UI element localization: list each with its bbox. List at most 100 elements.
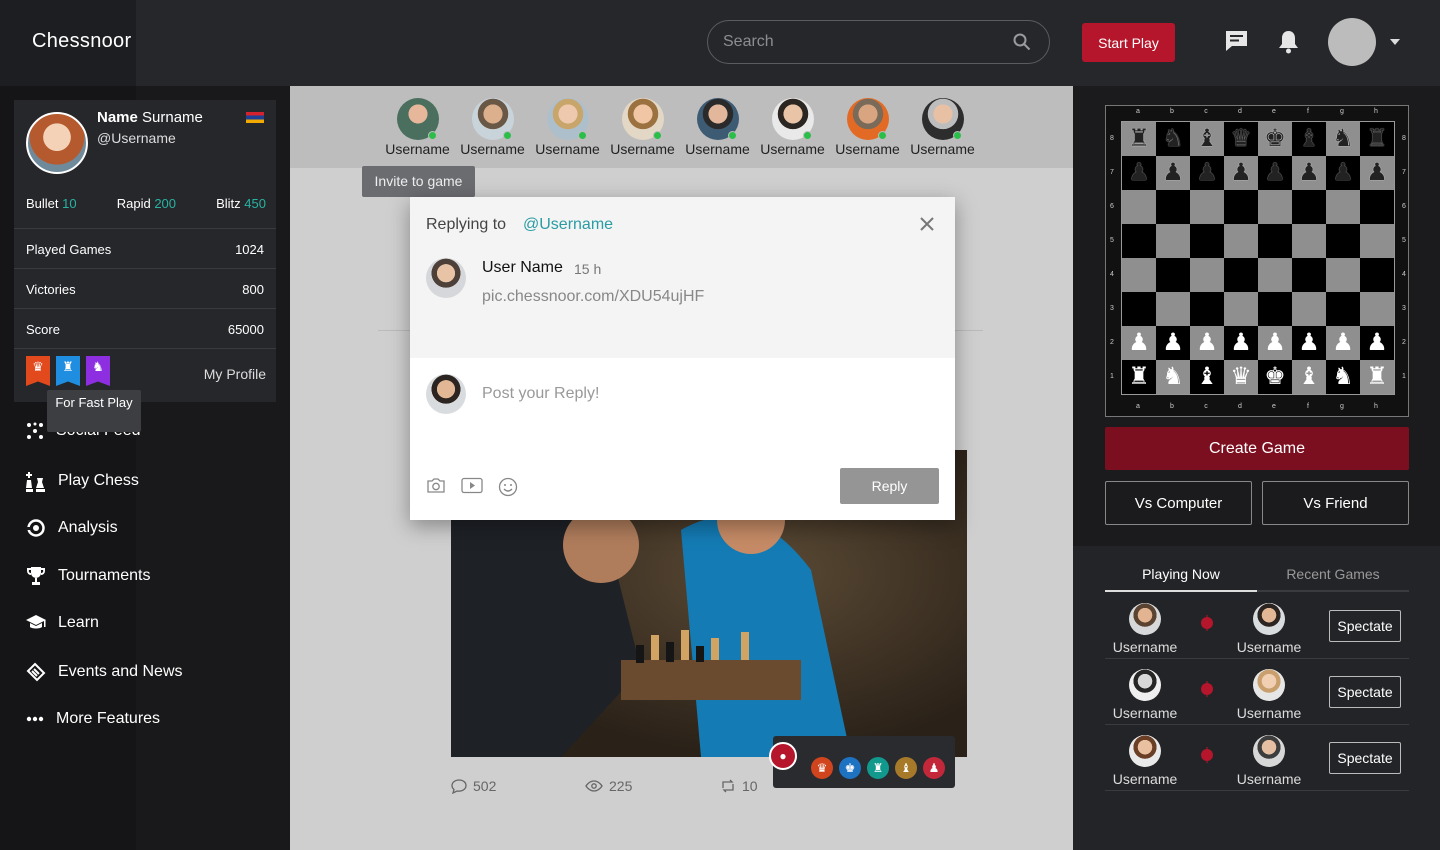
board-square[interactable] bbox=[1292, 258, 1326, 292]
board-square[interactable]: ♜ bbox=[1122, 360, 1156, 394]
board-square[interactable]: ♛ bbox=[1224, 360, 1258, 394]
chess-piece-icon[interactable]: ♟ bbox=[1366, 161, 1388, 185]
chess-piece-icon[interactable]: ♟ bbox=[1230, 331, 1252, 355]
board-square[interactable]: ♟ bbox=[1190, 326, 1224, 360]
board-square[interactable]: ♟ bbox=[1360, 156, 1394, 190]
board-square[interactable] bbox=[1224, 292, 1258, 326]
story-avatar[interactable] bbox=[396, 98, 439, 140]
chess-piece-icon[interactable]: ♛ bbox=[1230, 127, 1252, 151]
chess-piece-icon[interactable]: ♟ bbox=[1298, 331, 1320, 355]
chess-piece-icon[interactable]: ♝ bbox=[1298, 127, 1320, 151]
board-square[interactable] bbox=[1122, 190, 1156, 224]
board-square[interactable]: ♛ bbox=[1224, 122, 1258, 156]
chess-piece-icon[interactable]: ♝ bbox=[1298, 365, 1320, 389]
chess-piece-icon[interactable]: ♞ bbox=[1162, 127, 1184, 151]
start-play-button[interactable]: Start Play bbox=[1082, 23, 1175, 62]
board-square[interactable] bbox=[1292, 190, 1326, 224]
board-square[interactable] bbox=[1224, 190, 1258, 224]
board-square[interactable]: ♟ bbox=[1156, 326, 1190, 360]
chess-piece-icon[interactable]: ♝ bbox=[1196, 365, 1218, 389]
board-square[interactable] bbox=[1156, 224, 1190, 258]
chess-piece-icon[interactable]: ♟ bbox=[1196, 161, 1218, 185]
board-square[interactable]: ♜ bbox=[1122, 122, 1156, 156]
story-player[interactable]: Username bbox=[755, 98, 830, 157]
user-avatar[interactable] bbox=[1328, 18, 1376, 66]
nav-item-events-news[interactable]: Events and News bbox=[26, 662, 183, 682]
reposts-count[interactable]: 10 bbox=[720, 778, 758, 794]
story-player[interactable]: Username bbox=[530, 98, 605, 157]
chess-piece-icon[interactable]: ♞ bbox=[1332, 365, 1354, 389]
board-square[interactable] bbox=[1292, 224, 1326, 258]
chess-piece-icon[interactable]: ♟ bbox=[1162, 161, 1184, 185]
board-square[interactable] bbox=[1156, 258, 1190, 292]
board-square[interactable]: ♞ bbox=[1326, 122, 1360, 156]
story-avatar[interactable] bbox=[621, 98, 664, 140]
board-square[interactable]: ♝ bbox=[1190, 122, 1224, 156]
board-square[interactable]: ♞ bbox=[1326, 360, 1360, 394]
board-square[interactable]: ♟ bbox=[1156, 156, 1190, 190]
search-input[interactable] bbox=[723, 21, 1013, 63]
board-square[interactable]: ♟ bbox=[1224, 326, 1258, 360]
spectate-button[interactable]: Spectate bbox=[1329, 676, 1401, 708]
board-square[interactable]: ♞ bbox=[1156, 360, 1190, 394]
reply-target-username[interactable]: @Username bbox=[523, 216, 613, 234]
board-square[interactable]: ♟ bbox=[1122, 326, 1156, 360]
story-player[interactable]: Username bbox=[680, 98, 755, 157]
camera-icon[interactable] bbox=[426, 477, 446, 499]
player-one[interactable]: Username bbox=[1105, 603, 1185, 655]
board-square[interactable]: ♟ bbox=[1360, 326, 1394, 360]
nav-item-tournaments[interactable]: Tournaments bbox=[26, 566, 151, 586]
board-square[interactable] bbox=[1258, 190, 1292, 224]
board-square[interactable]: ♟ bbox=[1292, 326, 1326, 360]
tab-playing-now[interactable]: Playing Now bbox=[1105, 566, 1257, 582]
chess-piece-icon[interactable]: ♜ bbox=[1128, 127, 1150, 151]
board-square[interactable] bbox=[1258, 224, 1292, 258]
reaction-active-icon[interactable]: ● bbox=[769, 742, 797, 770]
board-square[interactable]: ♟ bbox=[1258, 326, 1292, 360]
board-square[interactable]: ♝ bbox=[1292, 122, 1326, 156]
board-square[interactable]: ♟ bbox=[1258, 156, 1292, 190]
board-square[interactable] bbox=[1360, 258, 1394, 292]
spectate-button[interactable]: Spectate bbox=[1329, 610, 1401, 642]
board-square[interactable]: ♜ bbox=[1360, 122, 1394, 156]
board-square[interactable]: ♚ bbox=[1258, 122, 1292, 156]
board-square[interactable]: ♝ bbox=[1190, 360, 1224, 394]
board-square[interactable] bbox=[1190, 224, 1224, 258]
player-two[interactable]: Username bbox=[1229, 669, 1309, 721]
player-one[interactable]: Username bbox=[1105, 669, 1185, 721]
board-square[interactable] bbox=[1122, 258, 1156, 292]
chess-piece-icon[interactable]: ♟ bbox=[1332, 331, 1354, 355]
comments-count[interactable]: 502 bbox=[451, 778, 496, 794]
story-avatar[interactable] bbox=[771, 98, 814, 140]
board-square[interactable] bbox=[1360, 292, 1394, 326]
story-avatar[interactable] bbox=[471, 98, 514, 140]
story-player[interactable]: Username bbox=[830, 98, 905, 157]
chess-piece-icon[interactable]: ♜ bbox=[1366, 365, 1388, 389]
chat-icon[interactable] bbox=[1225, 30, 1248, 57]
board-square[interactable] bbox=[1156, 292, 1190, 326]
story-player[interactable]: Username bbox=[455, 98, 530, 157]
rook-badge-icon[interactable]: ♜ bbox=[56, 356, 80, 386]
chess-piece-icon[interactable]: ♟ bbox=[1366, 331, 1388, 355]
board-square[interactable] bbox=[1326, 292, 1360, 326]
board-squares[interactable]: ♜ ♞ ♝ ♛ ♚ ♝ ♞ ♜ ♟ ♟ ♟ ♟ ♟ ♟ ♟ ♟ ♟ ♟ ♟ ♟ ♟ ♟ ♟ ♟ ♜ ♞ ♝ ♛ ♚ ♝ ♞ ♜ bbox=[1121, 121, 1395, 395]
board-square[interactable]: ♚ bbox=[1258, 360, 1292, 394]
board-square[interactable] bbox=[1122, 292, 1156, 326]
vs-friend-button[interactable]: Vs Friend bbox=[1262, 481, 1409, 525]
close-icon[interactable] bbox=[919, 216, 935, 237]
chess-piece-icon[interactable]: ♚ bbox=[1264, 127, 1286, 151]
search-box[interactable] bbox=[707, 20, 1050, 64]
chess-piece-icon[interactable]: ♟ bbox=[1230, 161, 1252, 185]
chess-piece-icon[interactable]: ♟ bbox=[1196, 331, 1218, 355]
reaction-bishop-icon[interactable]: ♝ bbox=[895, 757, 917, 779]
board-square[interactable] bbox=[1360, 190, 1394, 224]
post-link[interactable]: pic.chessnoor.com/XDU54ujHF bbox=[482, 288, 704, 306]
reaction-queen-icon[interactable]: ♛ bbox=[811, 757, 833, 779]
reaction-pawn-icon[interactable]: ♟ bbox=[923, 757, 945, 779]
nav-item-play-chess[interactable]: Play Chess bbox=[26, 470, 139, 492]
player-one[interactable]: Username bbox=[1105, 735, 1185, 787]
story-player[interactable]: Username bbox=[380, 98, 455, 157]
chess-piece-icon[interactable]: ♜ bbox=[1366, 127, 1388, 151]
chess-piece-icon[interactable]: ♟ bbox=[1128, 331, 1150, 355]
chess-piece-icon[interactable]: ♟ bbox=[1264, 161, 1286, 185]
